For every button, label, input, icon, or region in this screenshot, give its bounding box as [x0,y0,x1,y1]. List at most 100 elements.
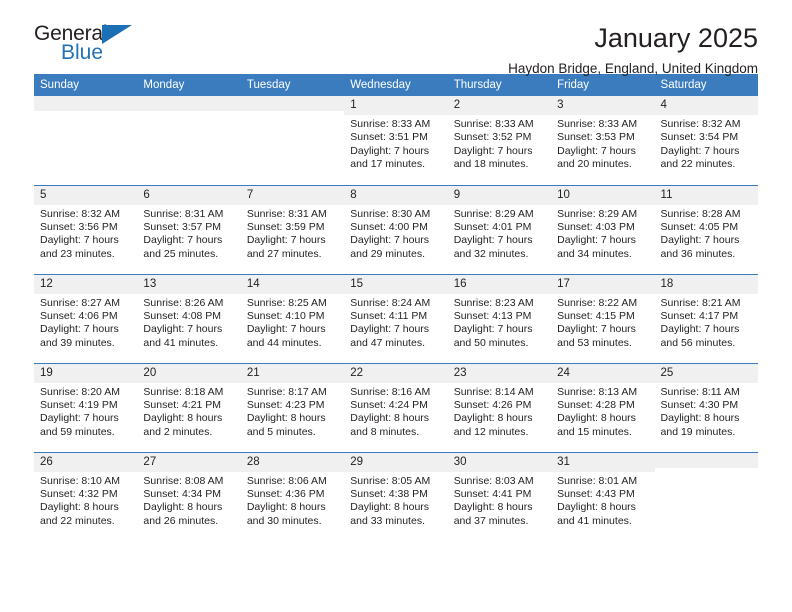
day-number: 15 [344,274,448,294]
day-number: 24 [551,363,655,383]
day-number: 30 [447,452,552,472]
calendar-day-cell[interactable]: 22 Sunrise: 8:16 AM Sunset: 4:24 PM Dayligh… [344,362,448,452]
calendar-day-cell[interactable]: 10 Sunrise: 8:29 AM Sunset: 4:03 PM Dayligh… [551,184,655,274]
calendar-day-cell[interactable]: 30 Sunrise: 8:03 AM Sunset: 4:41 PM Dayligh… [447,451,552,541]
calendar-day-cell[interactable]: 1 Sunrise: 8:33 AM Sunset: 3:51 PM Daylight… [344,96,448,185]
calendar-day-cell[interactable]: 26 Sunrise: 8:10 AM Sunset: 4:32 PM Dayligh… [34,451,138,541]
day-number: 10 [551,185,655,205]
daylight-text-line2: and 2 minutes. [143,425,213,438]
calendar-day-cell[interactable]: 18 Sunrise: 8:21 AM Sunset: 4:17 PM Dayligh… [654,273,758,363]
sunrise-text: Sunrise: 8:05 AM [350,474,431,487]
day-number: 21 [240,363,345,383]
day-details: Sunrise: 8:03 AM Sunset: 4:41 PM Daylight:… [448,472,551,529]
daylight-text-line1: Daylight: 8 hours [453,412,533,425]
day-details: Sunrise: 8:14 AM Sunset: 4:26 PM Daylight:… [448,383,551,440]
calendar-empty-cell[interactable] [654,451,758,541]
calendar-day-cell[interactable]: 9 Sunrise: 8:29 AM Sunset: 4:01 PM Daylight… [447,184,552,274]
day-details: Sunrise: 8:26 AM Sunset: 4:08 PM Daylight:… [137,294,240,351]
daylight-text-line1: Daylight: 7 hours [350,234,430,247]
day-number: 1 [344,96,448,115]
sunrise-text: Sunrise: 8:14 AM [453,385,534,398]
calendar-day-cell[interactable]: 17 Sunrise: 8:22 AM Sunset: 4:15 PM Dayligh… [551,273,655,363]
sunrise-text: Sunrise: 8:33 AM [557,118,638,130]
calendar-day-cell[interactable]: 2 Sunrise: 8:33 AM Sunset: 3:52 PM Daylight… [447,96,552,185]
calendar-day-cell[interactable]: 14 Sunrise: 8:25 AM Sunset: 4:10 PM Dayligh… [240,273,345,363]
calendar-day-cell[interactable]: 3 Sunrise: 8:33 AM Sunset: 3:53 PM Daylight… [551,96,655,185]
calendar-day-cell[interactable]: 8 Sunrise: 8:30 AM Sunset: 4:00 PM Daylight… [344,184,448,274]
daylight-text-line1: Daylight: 7 hours [350,144,430,157]
calendar-day-cell[interactable]: 29 Sunrise: 8:05 AM Sunset: 4:38 PM Dayligh… [344,451,448,541]
calendar-day-cell[interactable]: 13 Sunrise: 8:26 AM Sunset: 4:08 PM Dayligh… [137,273,241,363]
page-title: January 2025 [594,23,758,53]
day-number: 12 [34,274,138,294]
day-number: 8 [344,185,448,205]
calendar-empty-cell[interactable] [240,96,345,185]
sunset-text: Sunset: 4:03 PM [557,220,635,233]
day-number: 31 [551,452,655,472]
daylight-text-line2: and 15 minutes. [557,425,632,438]
calendar-day-cell[interactable]: 12 Sunrise: 8:27 AM Sunset: 4:06 PM Dayligh… [34,273,138,363]
page-header: General Blue January 2025 Haydon Bridge,… [34,0,758,76]
calendar-day-cell[interactable]: 24 Sunrise: 8:13 AM Sunset: 4:28 PM Dayligh… [551,362,655,452]
calendar-day-cell[interactable]: 31 Sunrise: 8:01 AM Sunset: 4:43 PM Dayligh… [551,451,655,541]
calendar-day-cell[interactable]: 21 Sunrise: 8:17 AM Sunset: 4:23 PM Dayligh… [240,362,345,452]
general-blue-logo: General Blue [34,23,149,69]
calendar-day-cell[interactable]: 25 Sunrise: 8:11 AM Sunset: 4:30 PM Dayligh… [654,362,758,452]
daylight-text-line2: and 22 minutes. [40,514,115,527]
day-number: 25 [654,363,758,383]
daylight-text-line2: and 27 minutes. [246,247,322,260]
sunrise-text: Sunrise: 8:30 AM [350,207,431,220]
calendar-day-cell[interactable]: 15 Sunrise: 8:24 AM Sunset: 4:11 PM Dayligh… [344,273,448,363]
sunrise-text: Sunrise: 8:31 AM [246,207,327,220]
sunset-text: Sunset: 4:23 PM [246,398,325,411]
day-number [137,96,241,111]
day-number [240,96,345,111]
sunrise-text: Sunrise: 8:20 AM [40,385,120,398]
daylight-text-line1: Daylight: 7 hours [660,323,740,336]
sunrise-text: Sunrise: 8:24 AM [350,296,431,309]
sunset-text: Sunset: 4:32 PM [40,487,118,500]
sunrise-text: Sunrise: 8:23 AM [453,296,534,309]
calendar-day-cell[interactable]: 20 Sunrise: 8:18 AM Sunset: 4:21 PM Dayligh… [137,362,241,452]
day-details: Sunrise: 8:05 AM Sunset: 4:38 PM Daylight:… [344,472,447,529]
calendar-empty-cell[interactable] [34,96,138,185]
logo-text-blue: Blue [61,41,104,64]
sunset-text: Sunset: 4:28 PM [557,398,635,411]
calendar-day-cell[interactable]: 27 Sunrise: 8:08 AM Sunset: 4:34 PM Dayligh… [137,451,241,541]
calendar-day-cell[interactable]: 28 Sunrise: 8:06 AM Sunset: 4:36 PM Dayligh… [240,451,345,541]
day-number: 2 [447,96,552,115]
day-number: 29 [344,452,448,472]
daylight-text-line1: Daylight: 8 hours [246,412,326,425]
calendar-day-cell[interactable]: 5 Sunrise: 8:32 AM Sunset: 3:56 PM Daylight… [34,184,138,274]
daylight-text-line1: Daylight: 8 hours [40,501,119,514]
daylight-text-line2: and 12 minutes. [453,425,529,438]
calendar-day-cell[interactable]: 11 Sunrise: 8:28 AM Sunset: 4:05 PM Dayligh… [654,184,758,274]
calendar-day-cell[interactable]: 23 Sunrise: 8:14 AM Sunset: 4:26 PM Dayligh… [447,362,552,452]
calendar-empty-cell[interactable] [137,96,241,185]
day-number: 20 [137,363,241,383]
day-details: Sunrise: 8:20 AM Sunset: 4:19 PM Daylight:… [34,383,137,440]
daylight-text-line1: Daylight: 7 hours [557,234,636,247]
day-details: Sunrise: 8:29 AM Sunset: 4:01 PM Daylight:… [448,205,551,262]
sunrise-text: Sunrise: 8:11 AM [660,385,740,398]
day-details: Sunrise: 8:11 AM Sunset: 4:30 PM Daylight:… [655,383,758,440]
sunrise-text: Sunrise: 8:26 AM [143,296,224,309]
day-details: Sunrise: 8:22 AM Sunset: 4:15 PM Daylight:… [551,294,654,351]
calendar-week-row: 1 Sunrise: 8:33 AM Sunset: 3:51 PM Daylight… [34,96,758,185]
calendar-day-cell[interactable]: 6 Sunrise: 8:31 AM Sunset: 3:57 PM Daylight… [137,184,241,274]
weekday-header-sunday: Sunday [34,74,138,96]
calendar-day-cell[interactable]: 16 Sunrise: 8:23 AM Sunset: 4:13 PM Dayligh… [447,273,552,363]
calendar-body: 1 Sunrise: 8:33 AM Sunset: 3:51 PM Daylight… [34,96,758,541]
calendar-day-cell[interactable]: 7 Sunrise: 8:31 AM Sunset: 3:59 PM Daylight… [240,184,345,274]
daylight-text-line2: and 25 minutes. [143,247,219,260]
calendar-day-cell[interactable]: 4 Sunrise: 8:32 AM Sunset: 3:54 PM Daylight… [654,96,758,185]
sunrise-text: Sunrise: 8:27 AM [40,296,120,309]
sunset-text: Sunset: 4:17 PM [660,309,739,322]
day-number: 7 [240,185,345,205]
daylight-text-line1: Daylight: 7 hours [246,323,326,336]
daylight-text-line1: Daylight: 8 hours [453,501,533,514]
daylight-text-line2: and 34 minutes. [557,247,632,260]
day-number: 18 [654,274,758,294]
calendar-day-cell[interactable]: 19 Sunrise: 8:20 AM Sunset: 4:19 PM Dayligh… [34,362,138,452]
sunrise-text: Sunrise: 8:06 AM [246,474,327,487]
